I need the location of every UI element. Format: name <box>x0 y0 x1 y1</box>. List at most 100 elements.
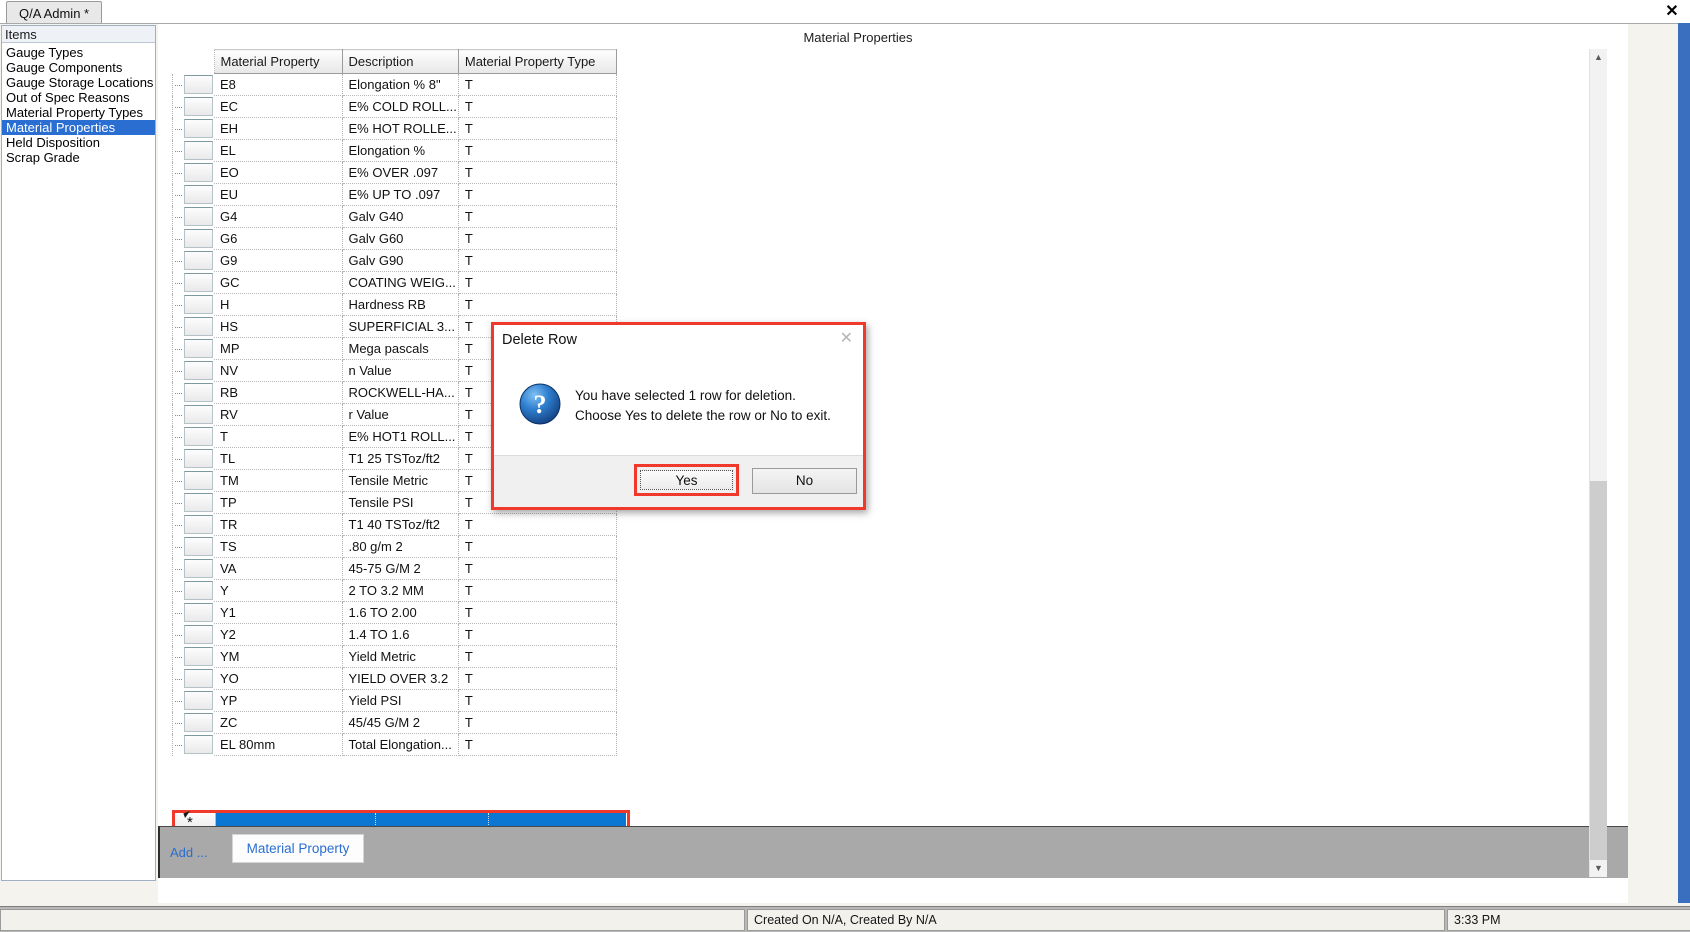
cell-description[interactable]: Tensile PSI <box>342 491 459 514</box>
row-selector[interactable] <box>172 73 214 96</box>
yes-button[interactable]: Yes <box>640 470 733 490</box>
close-icon[interactable]: ✕ <box>1662 2 1682 22</box>
cell-material-property-type[interactable]: T <box>458 117 617 140</box>
cell-material-property[interactable]: G9 <box>214 249 343 272</box>
cell-material-property-type[interactable]: T <box>458 579 617 602</box>
row-selector[interactable] <box>172 711 214 734</box>
sidebar-item-material-properties[interactable]: Material Properties <box>2 120 155 135</box>
cell-material-property-type[interactable]: T <box>458 711 617 734</box>
sidebar-item-out-of-spec-reasons[interactable]: Out of Spec Reasons <box>2 90 155 105</box>
cell-description[interactable]: Hardness RB <box>342 293 459 316</box>
table-row[interactable]: G4 Galv G40 T <box>172 205 617 228</box>
material-properties-grid[interactable]: Material Property Description Material P… <box>172 49 1622 809</box>
cell-description[interactable]: 2 TO 3.2 MM <box>342 579 459 602</box>
cell-description[interactable]: E% UP TO .097 <box>342 183 459 206</box>
cell-material-property-type[interactable]: T <box>458 293 617 316</box>
cell-description[interactable]: YIELD OVER 3.2 <box>342 667 459 690</box>
cell-material-property-type[interactable]: T <box>458 139 617 162</box>
cell-material-property-type[interactable]: T <box>458 227 617 250</box>
row-selector[interactable] <box>172 645 214 668</box>
scrollbar-track-lower[interactable] <box>1590 481 1607 860</box>
table-row[interactable]: G9 Galv G90 T <box>172 249 617 272</box>
row-selector[interactable] <box>172 315 214 338</box>
cell-description[interactable]: 45-75 G/M 2 <box>342 557 459 580</box>
table-row[interactable]: G6 Galv G60 T <box>172 227 617 250</box>
row-selector[interactable] <box>172 117 214 140</box>
cell-description[interactable]: T1 40 TSToz/ft2 <box>342 513 459 536</box>
cell-material-property-type[interactable]: T <box>458 645 617 668</box>
table-row[interactable]: YO YIELD OVER 3.2 T <box>172 667 617 690</box>
cell-description[interactable]: E% COLD ROLL... <box>342 95 459 118</box>
cell-material-property[interactable]: MP <box>214 337 343 360</box>
tab-qa-admin[interactable]: Q/A Admin * <box>6 1 103 23</box>
scrollbar-thumb[interactable] <box>1590 66 1607 481</box>
cell-material-property-type[interactable]: T <box>458 73 617 96</box>
cell-description[interactable]: n Value <box>342 359 459 382</box>
grid-header-material-property[interactable]: Material Property <box>214 49 343 74</box>
table-row[interactable]: H Hardness RB T <box>172 293 617 316</box>
row-selector[interactable] <box>172 403 214 426</box>
row-selector[interactable] <box>172 469 214 492</box>
cell-material-property-type[interactable]: T <box>458 271 617 294</box>
row-selector[interactable] <box>172 271 214 294</box>
table-row[interactable]: EO E% OVER .097 T <box>172 161 617 184</box>
cell-material-property[interactable]: YM <box>214 645 343 668</box>
cell-description[interactable]: Galv G60 <box>342 227 459 250</box>
cell-material-property[interactable]: EH <box>214 117 343 140</box>
grid-header-material-property-type[interactable]: Material Property Type <box>458 49 617 74</box>
cell-description[interactable]: Elongation % 8" <box>342 73 459 96</box>
row-selector[interactable] <box>172 667 214 690</box>
row-selector[interactable] <box>172 183 214 206</box>
row-selector[interactable] <box>172 359 214 382</box>
grid-header-description[interactable]: Description <box>342 49 459 74</box>
sidebar-item-gauge-components[interactable]: Gauge Components <box>2 60 155 75</box>
table-row[interactable]: VA 45-75 G/M 2T <box>172 557 617 580</box>
cell-description[interactable]: Total Elongation... <box>342 733 459 756</box>
cell-material-property[interactable]: EU <box>214 183 343 206</box>
table-row[interactable]: Y2 1.4 TO 1.6 T <box>172 623 617 646</box>
cell-material-property[interactable]: HS <box>214 315 343 338</box>
cell-description[interactable]: r Value <box>342 403 459 426</box>
row-selector[interactable] <box>172 249 214 272</box>
row-selector[interactable] <box>172 733 214 756</box>
cell-description[interactable]: Tensile Metric <box>342 469 459 492</box>
cell-material-property-type[interactable]: T <box>458 689 617 712</box>
cell-material-property-type[interactable]: T <box>458 161 617 184</box>
row-selector[interactable] <box>172 491 214 514</box>
scroll-up-icon[interactable]: ▲ <box>1590 49 1607 66</box>
cell-material-property[interactable]: TR <box>214 513 343 536</box>
row-selector[interactable] <box>172 293 214 316</box>
row-selector[interactable] <box>172 227 214 250</box>
row-selector[interactable] <box>172 95 214 118</box>
sidebar-item-material-property-types[interactable]: Material Property Types <box>2 105 155 120</box>
cell-description[interactable]: COATING WEIG... <box>342 271 459 294</box>
cell-description[interactable]: Elongation % <box>342 139 459 162</box>
cell-material-property[interactable]: RV <box>214 403 343 426</box>
cell-material-property[interactable]: EC <box>214 95 343 118</box>
cell-description[interactable]: Mega pascals <box>342 337 459 360</box>
row-selector[interactable] <box>172 337 214 360</box>
cell-material-property[interactable]: Y1 <box>214 601 343 624</box>
cell-material-property[interactable]: Y <box>214 579 343 602</box>
table-row[interactable]: EC E% COLD ROLL... T <box>172 95 617 118</box>
cell-material-property-type[interactable]: T <box>458 601 617 624</box>
cell-material-property[interactable]: G6 <box>214 227 343 250</box>
cell-material-property[interactable]: YO <box>214 667 343 690</box>
cell-material-property-type[interactable]: T <box>458 95 617 118</box>
cell-material-property-type[interactable]: T <box>458 667 617 690</box>
table-row[interactable]: EH E% HOT ROLLE... T <box>172 117 617 140</box>
sidebar-item-held-disposition[interactable]: Held Disposition <box>2 135 155 150</box>
cell-description[interactable]: Galv G90 <box>342 249 459 272</box>
table-row[interactable]: Y2 TO 3.2 MM T <box>172 579 617 602</box>
no-button[interactable]: No <box>752 468 857 494</box>
cell-material-property[interactable]: TM <box>214 469 343 492</box>
cell-material-property[interactable]: H <box>214 293 343 316</box>
row-selector[interactable] <box>172 513 214 536</box>
cell-material-property[interactable]: GC <box>214 271 343 294</box>
cell-material-property-type[interactable]: T <box>458 733 617 756</box>
sidebar-item-gauge-storage-locations[interactable]: Gauge Storage Locations <box>2 75 155 90</box>
cell-material-property-type[interactable]: T <box>458 535 617 558</box>
cell-description[interactable]: E% HOT ROLLE... <box>342 117 459 140</box>
add-material-property-button[interactable]: Material Property <box>232 834 364 863</box>
table-row[interactable]: YP Yield PSI T <box>172 689 617 712</box>
